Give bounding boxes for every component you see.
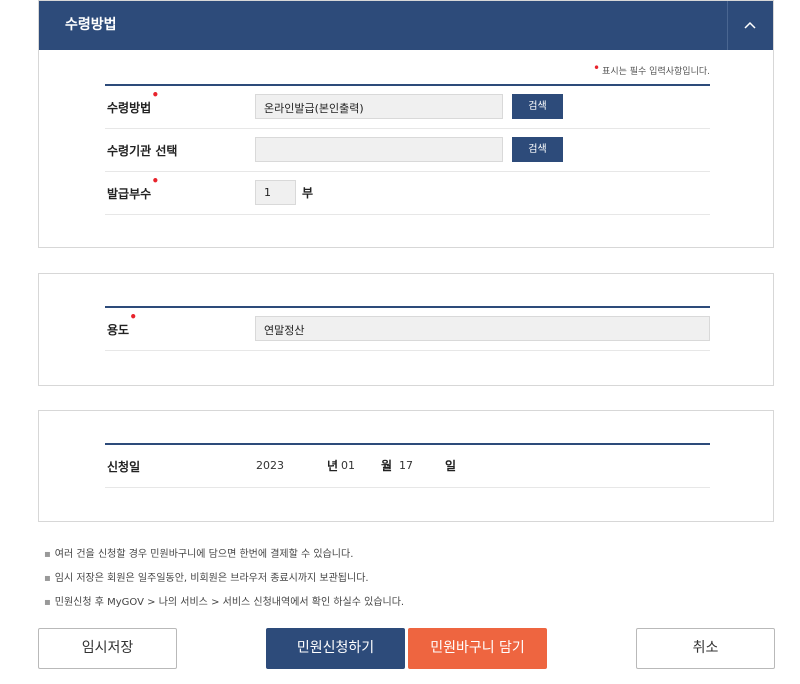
panel-header: 수령방법 — [39, 1, 773, 50]
row-receipt-method: 수령방법 • 온라인발급(본인출력) 검색 — [105, 86, 710, 129]
receipt-method-field[interactable]: 온라인발급(본인출력) — [255, 94, 503, 119]
date-day: 17 — [399, 459, 413, 472]
required-dot-icon: • — [592, 61, 601, 75]
notice-item: ▪ 민원신청 후 MyGOV > 나의 서비스 > 서비스 신청내역에서 확인 하… — [44, 597, 405, 608]
bullet-icon: ▪ — [44, 597, 51, 608]
receipt-agency-field[interactable] — [255, 137, 503, 162]
purpose-panel: 용도 • 연말정산 — [38, 273, 774, 386]
panel-title: 수령방법 — [65, 17, 117, 33]
row-receipt-agency: 수령기관 선택 검색 — [105, 129, 710, 172]
date-year-unit: 년 — [327, 459, 339, 473]
receipt-agency-label: 수령기관 선택 — [107, 144, 178, 158]
collapse-button[interactable] — [727, 1, 773, 50]
bullet-icon: ▪ — [44, 573, 51, 584]
copies-unit: 부 — [302, 186, 314, 200]
date-day-unit: 일 — [445, 459, 457, 473]
notice-item: ▪ 여러 건을 신청할 경우 민원바구니에 담으면 한번에 결제할 수 있습니다. — [44, 549, 354, 560]
receipt-agency-search-button[interactable]: 검색 — [512, 137, 563, 162]
required-note: • 표시는 필수 입력사항입니다. — [592, 61, 710, 77]
temp-save-button[interactable]: 임시저장 — [38, 628, 177, 669]
notice-item: ▪ 임시 저장은 회원은 일주일동안, 비회원은 브라우저 종료시까지 보관됩니다… — [44, 573, 369, 584]
receipt-method-label: 수령방법 • — [107, 88, 160, 115]
required-dot-icon: • — [151, 174, 160, 188]
receipt-method-search-button[interactable]: 검색 — [512, 94, 563, 119]
row-copies: 발급부수 • 1 부 — [105, 172, 710, 215]
row-application-date: 신청일 2023 년 01 월 17 일 — [105, 445, 710, 488]
cancel-button[interactable]: 취소 — [636, 628, 775, 669]
row-purpose: 용도 • 연말정산 — [105, 308, 710, 351]
date-year: 2023 — [256, 459, 284, 472]
copies-input[interactable]: 1 — [255, 180, 296, 205]
apply-button[interactable]: 민원신청하기 — [266, 628, 405, 669]
required-dot-icon: • — [151, 88, 160, 102]
date-month-unit: 월 — [381, 459, 393, 473]
purpose-field[interactable]: 연말정산 — [255, 316, 710, 341]
bullet-icon: ▪ — [44, 549, 51, 560]
required-dot-icon: • — [129, 310, 138, 324]
application-date-label: 신청일 — [107, 460, 141, 474]
chevron-up-icon — [744, 21, 756, 29]
date-month: 01 — [341, 459, 355, 472]
receipt-method-panel: 수령방법 • 표시는 필수 입력사항입니다. 수령방법 • 온라인발급(본인출력) … — [38, 0, 774, 248]
copies-label: 발급부수 • — [107, 174, 160, 201]
purpose-label: 용도 • — [107, 310, 138, 337]
add-to-basket-button[interactable]: 민원바구니 담기 — [408, 628, 547, 669]
application-date-panel: 신청일 2023 년 01 월 17 일 — [38, 410, 774, 522]
